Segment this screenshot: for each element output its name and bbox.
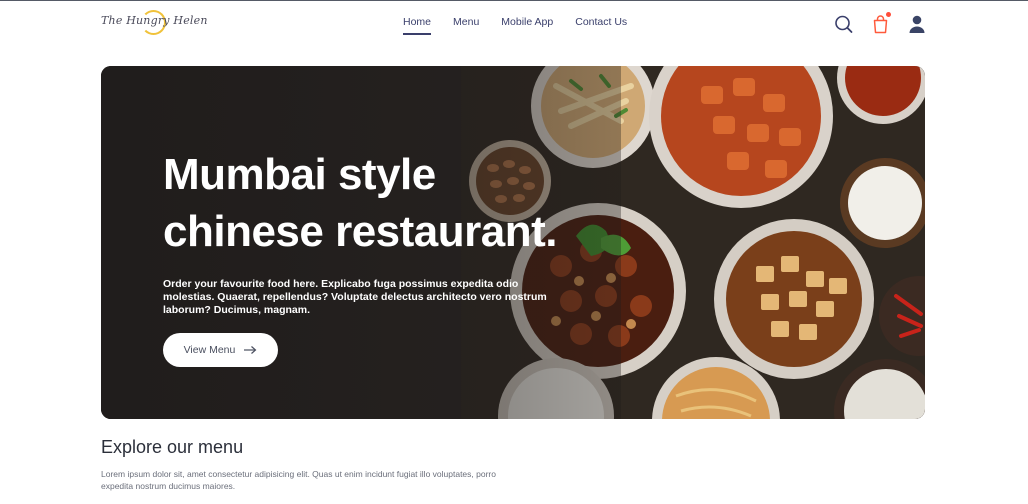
- search-button[interactable]: [833, 13, 855, 35]
- view-menu-button[interactable]: View Menu: [163, 333, 278, 367]
- cart-notification-dot: [886, 12, 891, 17]
- view-menu-label: View Menu: [183, 344, 236, 356]
- nav-item-contact-us[interactable]: Contact Us: [575, 16, 627, 33]
- nav-item-mobile-app[interactable]: Mobile App: [501, 16, 553, 33]
- explore-menu-title: Explore our menu: [101, 437, 244, 457]
- user-account-button[interactable]: [906, 13, 928, 35]
- hero-title: Mumbai style chinese restaurant.: [163, 150, 558, 256]
- nav-item-home[interactable]: Home: [403, 16, 432, 35]
- logo[interactable]: The Hungry Helen: [101, 9, 207, 39]
- user-icon: [909, 15, 925, 33]
- hero-banner: Mumbai style chinese restaurant. Order y…: [101, 66, 925, 419]
- main-nav: Home Menu Mobile App Contact Us: [403, 16, 627, 35]
- hero-description: Order your favourite food here. Explicab…: [163, 278, 547, 316]
- arrow-right-icon: [244, 346, 257, 354]
- page: The Hungry Helen Home Menu Mobile App Co…: [0, 0, 1028, 504]
- nav-item-menu[interactable]: Menu: [453, 16, 479, 33]
- cart-button[interactable]: [870, 12, 892, 35]
- logo-text: The Hungry Helen: [101, 14, 208, 27]
- search-icon: [835, 15, 853, 33]
- header: The Hungry Helen Home Menu Mobile App Co…: [0, 1, 1028, 51]
- explore-menu-description: Lorem ipsum dolor sit, amet consectetur …: [101, 469, 496, 491]
